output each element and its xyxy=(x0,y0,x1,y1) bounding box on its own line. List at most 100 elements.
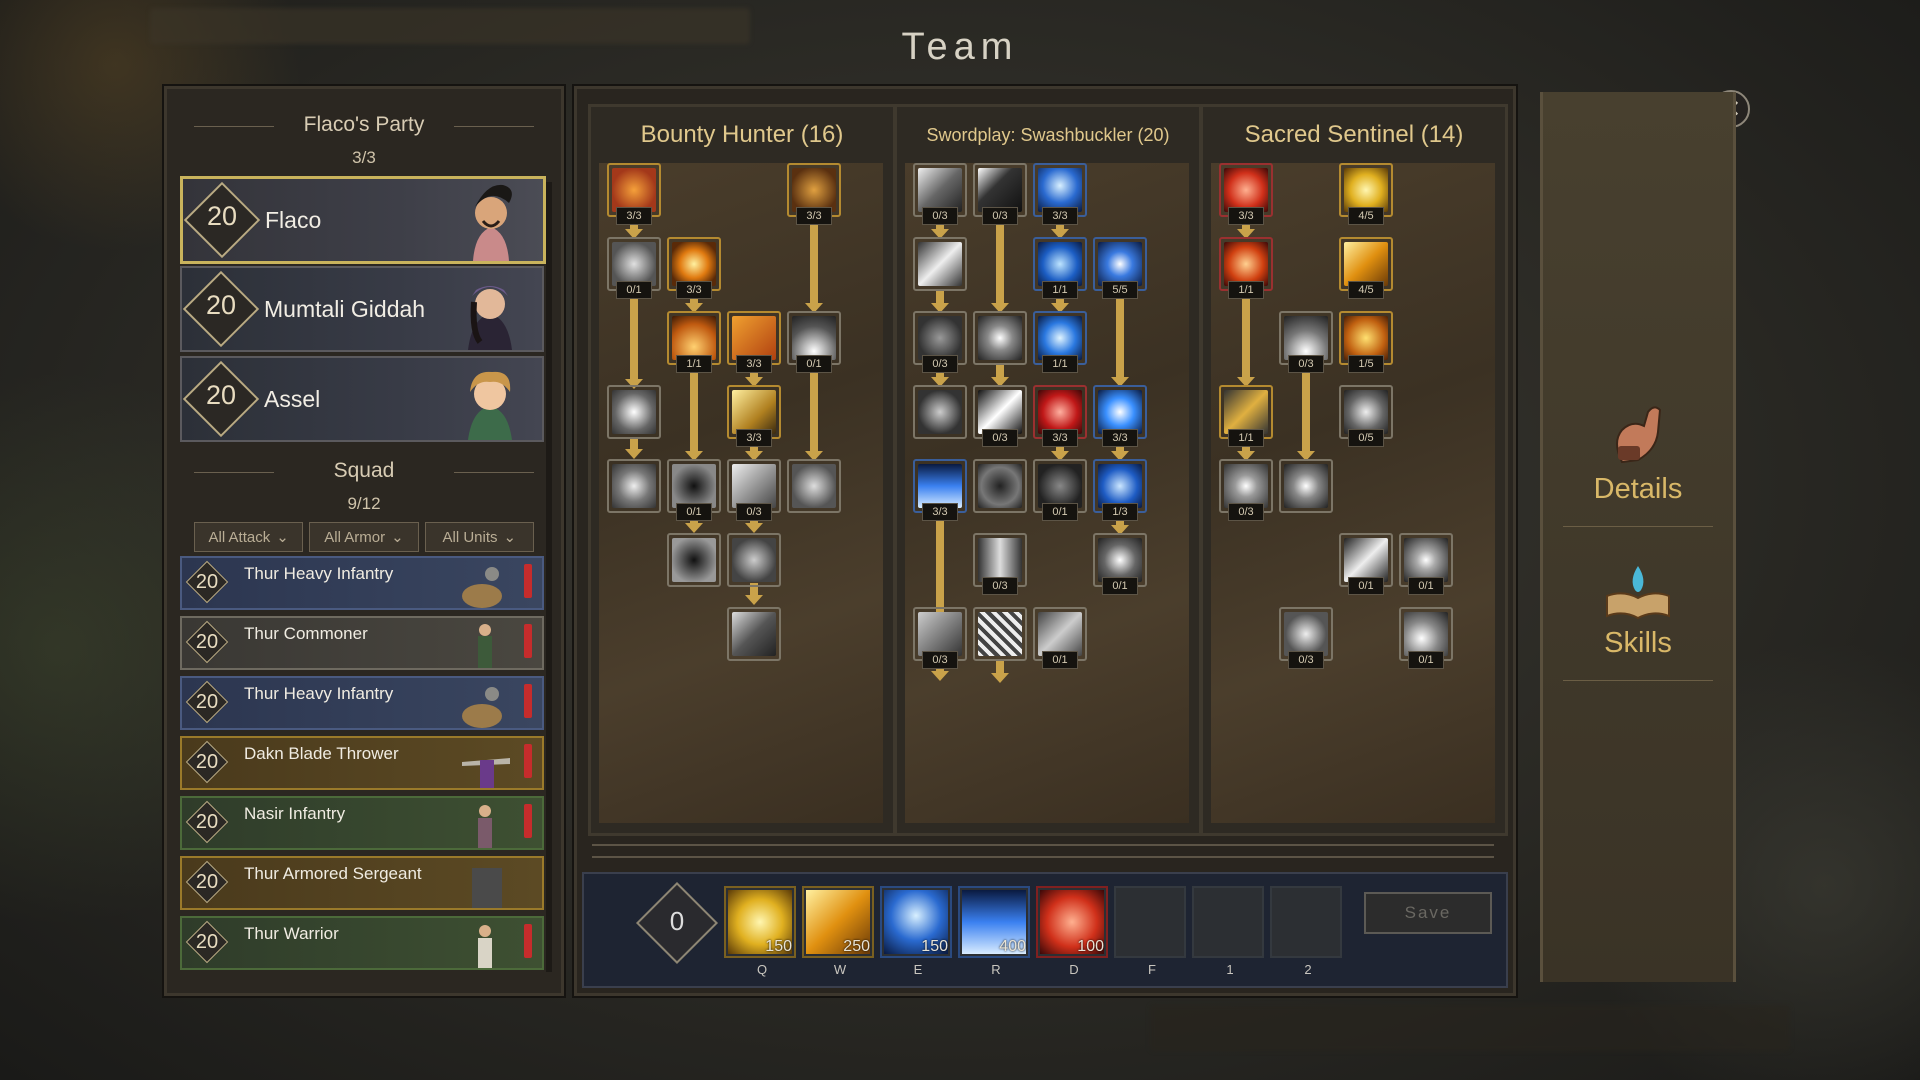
slot-hotkey: E xyxy=(913,962,923,977)
unit-card[interactable]: 20 Nasir Infantry xyxy=(180,796,544,850)
skill-node[interactable]: 0/1 xyxy=(607,237,661,299)
slot-cost: 150 xyxy=(765,938,792,955)
party-title: Flaco's Party xyxy=(303,113,425,136)
skill-node[interactable]: 0/3 xyxy=(1219,459,1273,521)
skill-rank: 0/3 xyxy=(1288,651,1324,669)
skill-slot-w[interactable]: 250 W xyxy=(802,886,874,977)
skill-rank: 0/1 xyxy=(1102,577,1138,595)
skill-rank: 0/5 xyxy=(1348,429,1384,447)
skill-node[interactable]: 4/5 xyxy=(1339,163,1393,225)
skill-node[interactable]: 3/3 xyxy=(787,163,841,225)
skill-slot-r[interactable]: 400 R xyxy=(958,886,1030,977)
skill-node[interactable]: 0/3 xyxy=(1279,311,1333,373)
skill-node[interactable]: 0/3 xyxy=(913,311,967,373)
skill-slot-d[interactable]: 100 D xyxy=(1036,886,1108,977)
skill-node[interactable]: 1/3 xyxy=(1093,459,1147,521)
skill-node[interactable] xyxy=(787,459,841,513)
skill-node[interactable]: 3/3 xyxy=(1033,163,1087,225)
skill-node[interactable] xyxy=(973,607,1027,661)
hero-card-assel[interactable]: 20 Assel xyxy=(180,356,544,442)
skill-node[interactable]: 3/3 xyxy=(607,163,661,225)
skill-node[interactable]: 4/5 xyxy=(1339,237,1393,299)
skill-rank: 0/1 xyxy=(676,503,712,521)
skill-node[interactable]: 3/3 xyxy=(1033,385,1087,447)
skill-node[interactable]: 3/3 xyxy=(727,311,781,373)
hero-card-flaco[interactable]: 20 Flaco xyxy=(180,176,546,264)
skill-node[interactable]: 0/1 xyxy=(1033,607,1087,669)
skill-node[interactable] xyxy=(913,385,967,439)
party-scrollbar[interactable] xyxy=(546,182,552,972)
skill-node[interactable] xyxy=(607,459,661,513)
skill-node[interactable]: 3/3 xyxy=(913,459,967,521)
skill-node[interactable]: 3/3 xyxy=(667,237,721,299)
skill-node[interactable]: 3/3 xyxy=(727,385,781,447)
skill-node[interactable]: 3/3 xyxy=(1219,163,1273,225)
skill-node[interactable]: 1/1 xyxy=(1219,237,1273,299)
skill-node[interactable]: 3/3 xyxy=(1093,385,1147,447)
unit-card[interactable]: 20 Thur Heavy Infantry xyxy=(180,676,544,730)
chevron-down-icon: ⌄ xyxy=(391,529,404,546)
skill-node[interactable]: 1/1 xyxy=(1033,311,1087,373)
slot-cost: 400 xyxy=(999,938,1026,955)
skill-node[interactable]: 0/1 xyxy=(1033,459,1087,521)
unit-name: Thur Commoner xyxy=(244,624,368,643)
skill-node[interactable] xyxy=(973,311,1027,365)
skill-rank: 1/1 xyxy=(1228,281,1264,299)
skill-tree-sacred-sentinel: Sacred Sentinel (14) 3/3 4/5 1/1 4/5 0/3… xyxy=(1200,104,1508,836)
slot-cost: 250 xyxy=(843,938,870,955)
skill-node[interactable]: 0/3 xyxy=(973,385,1027,447)
skill-node[interactable] xyxy=(1279,459,1333,513)
skill-rank: 0/1 xyxy=(1408,651,1444,669)
skill-slot-f[interactable]: F xyxy=(1114,886,1186,977)
unit-card[interactable]: 20 Thur Warrior xyxy=(180,916,544,970)
skill-node[interactable] xyxy=(607,385,661,439)
filter-armor-dropdown[interactable]: All Armor ⌄ xyxy=(309,522,419,552)
unit-level: 20 xyxy=(195,931,219,953)
tab-details[interactable]: Details xyxy=(1543,402,1733,527)
skill-node[interactable]: 1/1 xyxy=(1033,237,1087,299)
unit-card[interactable]: 20 Thur Heavy Infantry xyxy=(180,556,544,610)
save-button[interactable]: Save xyxy=(1364,892,1492,934)
skill-node[interactable]: 0/5 xyxy=(1339,385,1393,447)
hero-name: Mumtali Giddah xyxy=(264,296,426,322)
filter-attack-dropdown[interactable]: All Attack ⌄ xyxy=(194,522,304,552)
skill-node[interactable]: 0/3 xyxy=(727,459,781,521)
alert-icon xyxy=(524,804,532,838)
skill-node[interactable]: 0/3 xyxy=(1279,607,1333,669)
skill-slot-2[interactable]: 2 xyxy=(1270,886,1342,977)
tab-skills[interactable]: Skills xyxy=(1543,562,1733,681)
skill-node[interactable]: 0/1 xyxy=(667,459,721,521)
divider xyxy=(1563,526,1713,527)
unit-level: 20 xyxy=(195,571,219,593)
skill-node[interactable]: 0/1 xyxy=(1093,533,1147,595)
skill-node[interactable]: 0/3 xyxy=(913,163,967,225)
skill-node[interactable]: 0/1 xyxy=(1339,533,1393,595)
skill-node[interactable]: 1/1 xyxy=(1219,385,1273,447)
skill-node[interactable]: 0/3 xyxy=(973,533,1027,595)
skill-node[interactable]: 0/1 xyxy=(787,311,841,373)
skill-node[interactable] xyxy=(913,237,967,291)
skill-node[interactable] xyxy=(973,459,1027,513)
skill-node[interactable]: 1/1 xyxy=(667,311,721,373)
unit-card[interactable]: 20 Thur Armored Sergeant xyxy=(180,856,544,910)
filter-units-dropdown[interactable]: All Units ⌄ xyxy=(424,522,534,552)
skill-node[interactable] xyxy=(727,533,781,587)
skill-node[interactable]: 5/5 xyxy=(1093,237,1147,299)
skill-node[interactable]: 0/1 xyxy=(1399,607,1453,669)
skill-slot-e[interactable]: 150 E xyxy=(880,886,952,977)
skill-node[interactable]: 1/5 xyxy=(1339,311,1393,373)
skill-slot-1[interactable]: 1 xyxy=(1192,886,1264,977)
tree-horizontal-scrollbar[interactable] xyxy=(592,844,1494,858)
skill-node[interactable]: 0/3 xyxy=(913,607,967,669)
slot-hotkey: R xyxy=(991,962,1001,977)
unit-card[interactable]: 20 Dakn Blade Thrower xyxy=(180,736,544,790)
hero-card-mumtali-giddah[interactable]: 20 Mumtali Giddah xyxy=(180,266,544,352)
filter-label: All Armor xyxy=(324,528,386,546)
skill-node[interactable]: 0/1 xyxy=(1399,533,1453,595)
skill-node[interactable] xyxy=(667,533,721,587)
skill-node[interactable] xyxy=(727,607,781,661)
unit-name: Thur Heavy Infantry xyxy=(244,564,394,583)
skill-node[interactable]: 0/3 xyxy=(973,163,1027,225)
unit-card[interactable]: 20 Thur Commoner xyxy=(180,616,544,670)
skill-slot-q[interactable]: 150 Q xyxy=(724,886,796,977)
